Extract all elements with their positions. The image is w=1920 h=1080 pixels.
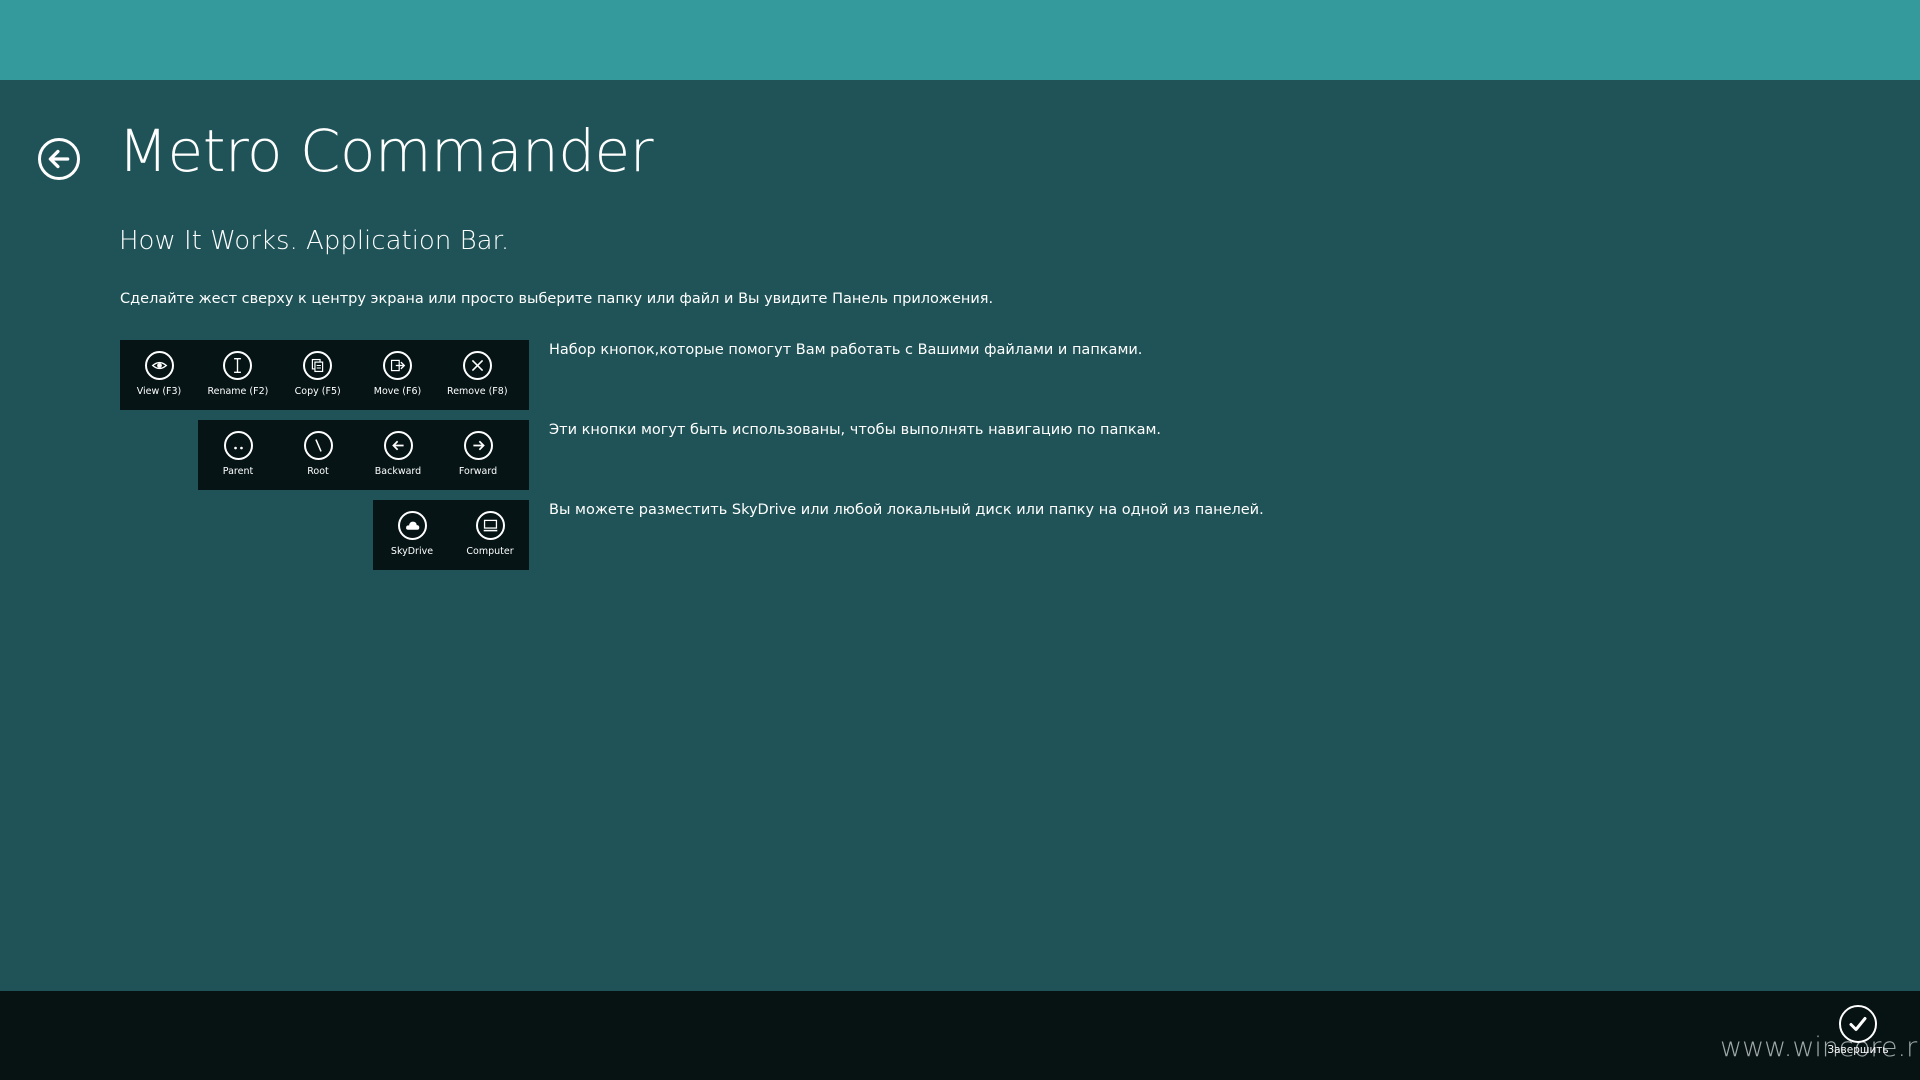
- copy-button[interactable]: Copy (F5): [278, 340, 358, 410]
- backward-button[interactable]: Backward: [358, 420, 438, 490]
- location-commands-description: Вы можете разместить SkyDrive или любой …: [549, 502, 1264, 518]
- file-commands-description: Набор кнопок,которые помогут Вам работат…: [549, 342, 1143, 358]
- backward-icon: [391, 440, 404, 451]
- navigation-commands-description: Эти кнопки могут быть использованы, чтоб…: [549, 422, 1162, 438]
- back-button[interactable]: [38, 138, 80, 180]
- remove-button[interactable]: Remove (F8): [437, 340, 517, 410]
- rename-button[interactable]: Rename (F2): [198, 340, 278, 410]
- back-arrow-icon: [48, 149, 70, 169]
- navigation-commands-bar: Parent Root Backward Forward: [198, 420, 529, 490]
- copy-icon: [311, 358, 324, 373]
- remove-button-label: Remove (F8): [447, 386, 508, 397]
- cloud-icon: [405, 521, 419, 530]
- root-icon: [314, 439, 322, 452]
- root-button-label: Root: [307, 466, 329, 477]
- root-button[interactable]: Root: [278, 420, 358, 490]
- page-title: Metro Commander: [118, 117, 654, 185]
- checkmark-icon: [1849, 1017, 1867, 1031]
- view-button-label: View (F3): [136, 386, 182, 397]
- move-icon: [390, 359, 406, 372]
- location-commands-bar: SkyDrive Computer: [373, 500, 529, 570]
- finish-button[interactable]: Завершить: [1824, 1005, 1892, 1065]
- page-subtitle: How It Works. Application Bar.: [119, 226, 510, 256]
- skydrive-button-label: SkyDrive: [390, 546, 434, 557]
- app-window: Metro Commander How It Works. Applicatio…: [0, 0, 1920, 1080]
- intro-text: Сделайте жест сверху к центру экрана или…: [120, 291, 994, 307]
- finish-button-label: Завершить: [1827, 1044, 1889, 1056]
- file-commands-bar: View (F3) Rename (F2) Copy (F5) Move (F6…: [120, 340, 529, 410]
- skydrive-button[interactable]: SkyDrive: [373, 500, 451, 570]
- rename-icon: [234, 358, 242, 373]
- computer-button[interactable]: Computer: [451, 500, 529, 570]
- remove-icon: [471, 359, 483, 372]
- forward-icon: [472, 440, 485, 451]
- forward-button-label: Forward: [458, 466, 498, 477]
- bottom-app-bar: [0, 991, 1920, 1080]
- computer-button-label: Computer: [466, 546, 514, 557]
- parent-button[interactable]: Parent: [198, 420, 278, 490]
- parent-icon: [233, 446, 243, 450]
- backward-button-label: Backward: [374, 466, 422, 477]
- top-accent-band: [0, 0, 1920, 80]
- parent-button-label: Parent: [222, 466, 254, 477]
- computer-icon: [483, 519, 497, 532]
- rename-button-label: Rename (F2): [207, 386, 269, 397]
- move-button[interactable]: Move (F6): [358, 340, 438, 410]
- move-button-label: Move (F6): [373, 386, 422, 397]
- view-button[interactable]: View (F3): [120, 340, 198, 410]
- copy-button-label: Copy (F5): [294, 386, 341, 397]
- eye-icon: [151, 361, 167, 370]
- forward-button[interactable]: Forward: [438, 420, 518, 490]
